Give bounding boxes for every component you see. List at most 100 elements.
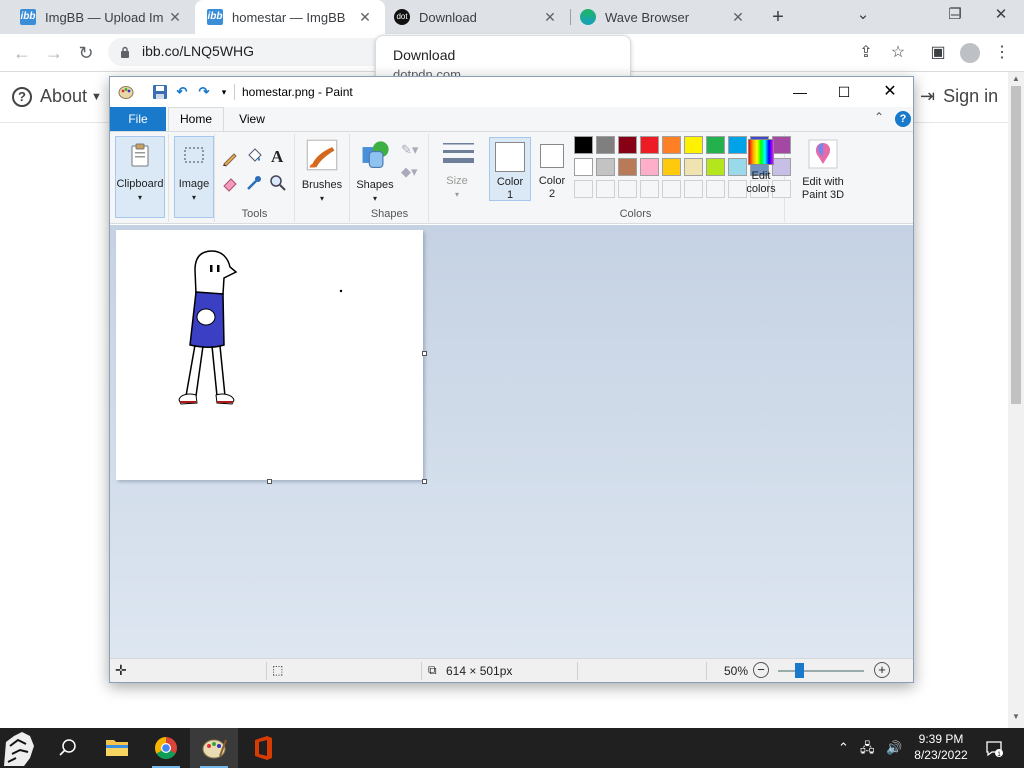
notifications-icon[interactable]: 1 bbox=[984, 738, 1004, 763]
color-picker-icon[interactable] bbox=[245, 174, 263, 192]
tab-view[interactable]: View bbox=[230, 107, 274, 131]
paint-minimize-icon[interactable]: — bbox=[777, 77, 823, 107]
page-scrollbar[interactable]: ▲ ▼ bbox=[1008, 72, 1024, 728]
magnifier-icon[interactable] bbox=[269, 174, 287, 192]
custom-color-slot[interactable] bbox=[596, 180, 615, 198]
paint-title-bar[interactable]: ↶ ↷ ▾ homestar.png - Paint — ☐ ✕ bbox=[110, 77, 913, 107]
reload-icon[interactable]: ↻ bbox=[72, 39, 100, 67]
color-swatch[interactable] bbox=[662, 136, 681, 154]
tab-file[interactable]: File bbox=[110, 107, 166, 131]
new-tab-button[interactable]: + bbox=[766, 5, 790, 29]
clipboard-label: Clipboard bbox=[116, 178, 164, 190]
resize-handle-corner[interactable] bbox=[422, 479, 427, 484]
resize-handle-bottom[interactable] bbox=[267, 479, 272, 484]
close-tab-icon[interactable]: ✕ bbox=[542, 9, 558, 25]
scroll-up-icon[interactable]: ▲ bbox=[1012, 74, 1020, 83]
paint-palette-icon[interactable] bbox=[118, 84, 134, 100]
redo-icon[interactable]: ↷ bbox=[196, 84, 212, 100]
zoom-slider-track[interactable] bbox=[778, 670, 864, 672]
shapes-button[interactable]: Shapes ▾ bbox=[353, 138, 397, 203]
zoom-out-button[interactable]: − bbox=[753, 662, 769, 678]
color-swatch[interactable] bbox=[706, 136, 725, 154]
fill-bucket-icon[interactable] bbox=[245, 147, 263, 165]
outline-icon[interactable]: ✎▾ bbox=[401, 142, 418, 158]
chrome-button[interactable] bbox=[142, 728, 190, 768]
edit-with-paint3d-button[interactable]: Edit with Paint 3D bbox=[792, 137, 854, 201]
tab-search-icon[interactable]: ⌄ bbox=[840, 0, 886, 34]
tab-wave-browser[interactable]: Wave Browser ✕ bbox=[571, 0, 758, 34]
undo-icon[interactable]: ↶ bbox=[174, 84, 190, 100]
size-button[interactable]: Size ▾ bbox=[434, 138, 480, 202]
about-menu[interactable]: ? About ▼ bbox=[12, 86, 102, 107]
scrollbar-thumb[interactable] bbox=[1011, 86, 1021, 404]
color1-button[interactable]: Color 1 bbox=[489, 137, 531, 201]
color-swatch[interactable] bbox=[662, 158, 681, 176]
edit-colors-button[interactable]: Edit colors bbox=[740, 137, 782, 201]
close-tab-icon[interactable]: ✕ bbox=[357, 9, 373, 25]
menu-kebab-icon[interactable]: ⋮ bbox=[988, 39, 1016, 67]
collapse-ribbon-icon[interactable]: ⌃ bbox=[874, 110, 884, 124]
color-swatch[interactable] bbox=[596, 136, 615, 154]
save-icon[interactable] bbox=[152, 84, 168, 100]
color-swatch[interactable] bbox=[706, 158, 725, 176]
custom-color-slot[interactable] bbox=[574, 180, 593, 198]
close-tab-icon[interactable]: ✕ bbox=[730, 9, 746, 25]
color-swatch[interactable] bbox=[618, 158, 637, 176]
shape-fill-icon[interactable]: ◆▾ bbox=[401, 164, 418, 180]
sign-in-link[interactable]: ⇥ Sign in bbox=[920, 86, 998, 107]
color-swatch[interactable] bbox=[640, 136, 659, 154]
dropdown-caret-icon: ▾ bbox=[454, 190, 459, 199]
pencil-icon[interactable] bbox=[221, 149, 239, 167]
tab-download[interactable]: dot Download ✕ bbox=[385, 0, 570, 34]
image-button[interactable]: Image ▾ bbox=[174, 136, 214, 218]
color-swatch[interactable] bbox=[574, 136, 593, 154]
zoom-slider-thumb[interactable] bbox=[795, 663, 804, 678]
tab-homestar[interactable]: ibb homestar — ImgBB ✕ bbox=[195, 0, 385, 34]
restore-icon[interactable]: ❐ bbox=[932, 0, 978, 34]
bookmark-star-icon[interactable]: ☆ bbox=[884, 39, 912, 67]
file-explorer-button[interactable] bbox=[93, 728, 141, 768]
search-button[interactable] bbox=[44, 728, 92, 768]
profile-avatar-icon[interactable] bbox=[956, 39, 984, 67]
show-hidden-icons[interactable]: ⌃ bbox=[838, 738, 849, 758]
custom-color-slot[interactable] bbox=[684, 180, 703, 198]
system-clock[interactable]: 9:39 PM 8/23/2022 bbox=[908, 731, 974, 763]
custom-color-slot[interactable] bbox=[706, 180, 725, 198]
color2-button[interactable]: Color 2 bbox=[533, 137, 571, 201]
help-icon[interactable]: ? bbox=[895, 111, 911, 127]
color-swatch[interactable] bbox=[684, 136, 703, 154]
image-size-icon: ⧉ bbox=[428, 663, 437, 677]
clipboard-button[interactable]: Clipboard ▾ bbox=[115, 136, 165, 218]
scroll-down-icon[interactable]: ▼ bbox=[1012, 712, 1020, 721]
paint-taskbar-button[interactable] bbox=[190, 728, 238, 768]
color-swatch[interactable] bbox=[596, 158, 615, 176]
paint-close-icon[interactable]: ✕ bbox=[867, 77, 913, 107]
zoom-in-button[interactable]: + bbox=[874, 662, 890, 678]
back-icon[interactable]: ← bbox=[8, 39, 36, 67]
text-tool-icon[interactable]: A bbox=[271, 147, 283, 167]
custom-color-slot[interactable] bbox=[618, 180, 637, 198]
color-swatch[interactable] bbox=[640, 158, 659, 176]
custom-color-slot[interactable] bbox=[662, 180, 681, 198]
resize-handle-right[interactable] bbox=[422, 351, 427, 356]
close-tab-icon[interactable]: ✕ bbox=[167, 9, 183, 25]
eraser-icon[interactable] bbox=[221, 174, 239, 192]
start-button[interactable] bbox=[0, 728, 48, 768]
share-icon[interactable]: ⇪ bbox=[852, 39, 880, 67]
close-window-icon[interactable]: ✕ bbox=[978, 0, 1024, 34]
brushes-button[interactable]: Brushes ▾ bbox=[296, 138, 348, 203]
color-swatch[interactable] bbox=[684, 158, 703, 176]
paint-maximize-icon[interactable]: ☐ bbox=[821, 77, 867, 107]
tab-home[interactable]: Home bbox=[168, 107, 224, 132]
forward-icon[interactable]: → bbox=[40, 39, 68, 67]
customize-qat-icon[interactable]: ▾ bbox=[216, 84, 232, 100]
network-icon[interactable]: 🖧 bbox=[860, 738, 875, 758]
drawing-canvas[interactable] bbox=[116, 230, 423, 480]
tab-imgbb-upload[interactable]: ibb ImgBB — Upload Imag ✕ bbox=[0, 0, 195, 34]
color-swatch[interactable] bbox=[574, 158, 593, 176]
office-button[interactable] bbox=[239, 728, 287, 768]
color-swatch[interactable] bbox=[618, 136, 637, 154]
volume-icon[interactable]: 🔊 bbox=[886, 738, 902, 758]
side-panel-icon[interactable]: ▣ bbox=[924, 39, 952, 67]
custom-color-slot[interactable] bbox=[640, 180, 659, 198]
